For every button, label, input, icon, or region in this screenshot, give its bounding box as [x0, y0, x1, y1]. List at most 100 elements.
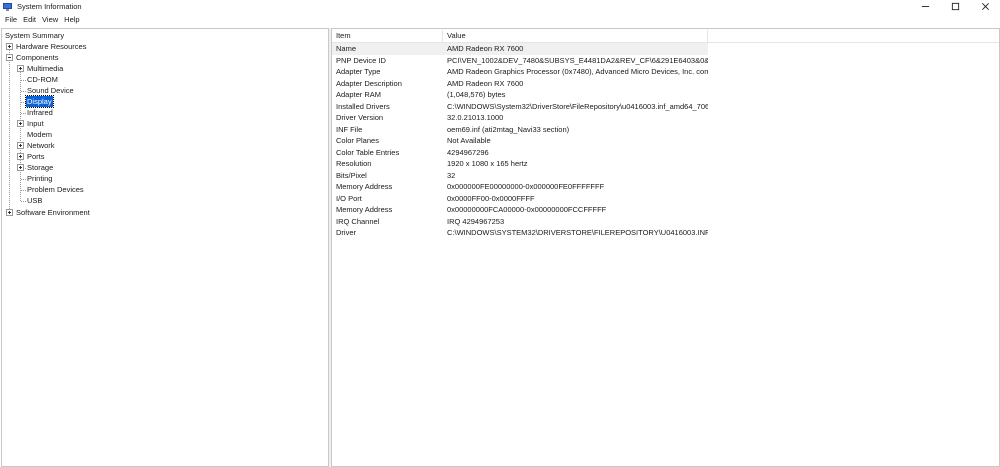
cell-value: C:\WINDOWS\System32\DriverStore\FileRepo… — [447, 101, 708, 111]
column-header-value[interactable]: Value — [443, 30, 708, 42]
tree-item-sound-device[interactable]: Sound Device — [26, 85, 75, 96]
cell-item: I/O Port — [336, 193, 362, 203]
tree-item-multimedia[interactable]: Multimedia — [17, 63, 64, 74]
cell-value: IRQ 4294967253 — [447, 216, 505, 226]
cell-item: PNP Device ID — [336, 55, 386, 65]
details-list[interactable]: Item Value Name AMD Radeon RX 7600 PNP D… — [331, 28, 1000, 467]
cell-value: AMD Radeon RX 7600 — [447, 78, 524, 88]
table-row[interactable]: Adapter Description AMD Radeon RX 7600 — [332, 78, 708, 90]
tree-item-display[interactable]: Display — [25, 95, 54, 108]
table-row[interactable]: Driver C:\WINDOWS\SYSTEM32\DRIVERSTORE\F… — [332, 227, 708, 239]
table-row[interactable]: Memory Address 0x000000FE00000000-0x0000… — [332, 181, 708, 193]
cell-value: 32 — [447, 170, 456, 180]
cell-item: Color Planes — [336, 136, 379, 145]
table-row[interactable]: INF File oem69.inf (ati2mtag_Navi33 sect… — [332, 124, 708, 136]
tree-item-label: CD-ROM — [27, 75, 58, 84]
menu-view[interactable]: View — [39, 15, 61, 24]
table-row[interactable]: PNP Device ID PCI\VEN_1002&DEV_7480&SUBS… — [332, 55, 708, 67]
expand-icon[interactable] — [6, 209, 13, 216]
table-row[interactable]: Name AMD Radeon RX 7600 — [332, 43, 708, 55]
table-row[interactable]: Memory Address 0x00000000FCA00000-0x0000… — [332, 204, 708, 216]
tree-item-label: Hardware Resources — [16, 42, 87, 51]
tree-item-label: System Summary — [5, 31, 65, 40]
table-row[interactable]: Color Table Entries 4294967296 — [332, 147, 708, 159]
menu-file[interactable]: File — [2, 15, 20, 24]
table-row[interactable]: Bits/Pixel 32 — [332, 170, 708, 182]
expand-icon[interactable] — [17, 153, 24, 160]
expand-icon[interactable] — [17, 65, 24, 72]
tree-item-label: Display — [25, 95, 54, 108]
tree-item-label: Sound Device — [27, 86, 74, 95]
tree-item-input[interactable]: Input — [17, 118, 45, 129]
tree-item-label: Ports — [27, 152, 45, 161]
cell-value: 0x000000FE00000000-0x000000FE0FFFFFFF — [447, 182, 605, 191]
tree-connector — [9, 45, 10, 213]
tree-item-label: Network — [27, 141, 55, 150]
cell-value: 32.0.21013.1000 — [447, 113, 504, 122]
cell-value: C:\WINDOWS\SYSTEM32\DRIVERSTORE\FILEREPO… — [447, 228, 708, 237]
cell-item: IRQ Channel — [336, 216, 380, 226]
tree-item-label: Infrared — [27, 108, 53, 117]
tree-item-modem[interactable]: Modem — [26, 129, 53, 140]
table-row[interactable]: Adapter Type AMD Radeon Graphics Process… — [332, 66, 708, 78]
tree-item-printing[interactable]: Printing — [26, 173, 53, 184]
tree-item-hardware-resources[interactable]: Hardware Resources — [6, 41, 87, 52]
cell-value: Not Available — [447, 136, 491, 145]
minimize-button[interactable] — [910, 0, 940, 13]
menu-edit[interactable]: Edit — [20, 15, 39, 24]
collapse-icon[interactable] — [6, 54, 13, 61]
tree-item-label: Storage — [27, 163, 54, 172]
tree-item-cd-rom[interactable]: CD-ROM — [26, 74, 59, 85]
tree-item-components[interactable]: Components — [6, 52, 60, 63]
cell-value: 0x0000FF00-0x0000FFFF — [447, 193, 535, 203]
tree-item-network[interactable]: Network — [17, 140, 56, 151]
tree-item-system-summary[interactable]: System Summary — [4, 30, 65, 41]
window-title: System Information — [17, 2, 82, 11]
tree-item-infrared[interactable]: Infrared — [26, 107, 54, 118]
cell-value: PCI\VEN_1002&DEV_7480&SUBSYS_E4481DA2&RE… — [447, 55, 708, 65]
table-row[interactable]: Adapter RAM (1,048,576) bytes — [332, 89, 708, 101]
cell-item: Adapter Type — [336, 67, 381, 76]
tree-item-software-environment[interactable]: Software Environment — [6, 207, 91, 218]
cell-item: Memory Address — [336, 182, 393, 191]
tree-item-storage[interactable]: Storage — [17, 162, 54, 173]
tree-item-label: Software Environment — [16, 208, 90, 217]
tree-item-label: Multimedia — [27, 64, 64, 73]
column-header-item[interactable]: Item — [332, 30, 443, 42]
tree-item-label: Printing — [27, 174, 53, 183]
close-button[interactable] — [970, 0, 1000, 13]
table-row[interactable]: Installed Drivers C:\WINDOWS\System32\Dr… — [332, 101, 708, 113]
expand-icon[interactable] — [6, 43, 13, 50]
table-row[interactable]: Color Planes Not Available — [332, 135, 708, 147]
cell-value: 1920 x 1080 x 165 hertz — [447, 159, 528, 168]
tree-item-label: USB — [27, 196, 43, 205]
cell-value: oem69.inf (ati2mtag_Navi33 section) — [447, 124, 570, 134]
tree-item-problem-devices[interactable]: Problem Devices — [26, 184, 85, 195]
category-tree[interactable]: System Summary Hardware Resources Compon… — [1, 28, 329, 467]
cell-item: Adapter Description — [336, 78, 402, 88]
table-row[interactable]: I/O Port 0x0000FF00-0x0000FFFF — [332, 193, 708, 205]
expand-icon[interactable] — [17, 164, 24, 171]
table-row[interactable]: IRQ Channel IRQ 4294967253 — [332, 216, 708, 228]
cell-item: Driver — [336, 228, 356, 237]
expand-icon[interactable] — [17, 120, 24, 127]
cell-value: AMD Radeon RX 7600 — [447, 44, 524, 53]
cell-item: Bits/Pixel — [336, 170, 367, 180]
cell-value: AMD Radeon Graphics Processor (0x7480), … — [447, 67, 708, 76]
tree-connector — [20, 67, 21, 201]
table-row[interactable]: Driver Version 32.0.21013.1000 — [332, 112, 708, 124]
cell-item: Driver Version — [336, 113, 384, 122]
tree-item-ports[interactable]: Ports — [17, 151, 46, 162]
table-row[interactable]: Resolution 1920 x 1080 x 165 hertz — [332, 158, 708, 170]
tree-item-label: Components — [16, 53, 59, 62]
cell-value: 4294967296 — [447, 147, 489, 157]
menu-help[interactable]: Help — [61, 15, 82, 24]
expand-icon[interactable] — [17, 142, 24, 149]
minimize-icon — [921, 6, 929, 7]
cell-item: Memory Address — [336, 205, 393, 214]
maximize-button[interactable] — [940, 0, 970, 13]
tree-item-label: Problem Devices — [27, 185, 84, 194]
cell-value: 0x00000000FCA00000-0x00000000FCCFFFFF — [447, 205, 607, 214]
title-bar: System Information — [0, 0, 1000, 13]
tree-item-usb[interactable]: USB — [26, 195, 43, 206]
